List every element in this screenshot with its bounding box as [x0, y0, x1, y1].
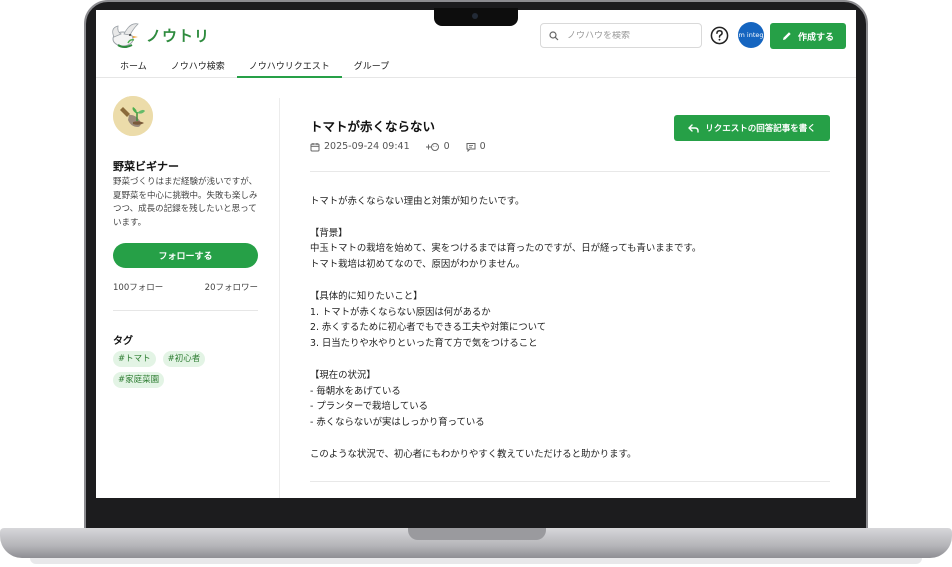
write-answer-button[interactable]: リクエストの回答記事を書く — [674, 115, 830, 141]
tab-knowhow-request[interactable]: ノウハウリクエスト — [236, 60, 342, 78]
body-paragraph: トマトが赤くならない理由と対策が知りたいです。 — [310, 196, 525, 207]
tab-home[interactable]: ホーム — [108, 60, 159, 78]
meta-divider — [310, 171, 830, 172]
profile-avatar[interactable] — [113, 96, 153, 136]
reaction-count: 0 — [443, 141, 450, 152]
reply-arrow-icon — [688, 123, 699, 133]
column-divider — [279, 98, 280, 498]
camera-icon — [472, 13, 478, 19]
request-article: トマトが赤くならない 2025-09-24 09:41 0 0 リクエストの回答… — [310, 78, 830, 498]
comment-icon[interactable] — [466, 142, 476, 152]
calendar-icon — [310, 142, 320, 151]
app-logo[interactable]: ノウトリ — [108, 20, 210, 50]
profile-bio: 野菜づくりはまだ経験が浅いですが、夏野菜を中心に挑戦中。失敗も楽しみつつ、成長の… — [113, 177, 258, 228]
body-divider — [310, 481, 830, 482]
laptop-shadow — [30, 558, 922, 564]
tag-chip[interactable]: #初心者 — [162, 351, 206, 367]
main-nav: ホーム ノウハウ検索 ノウハウリクエスト グループ — [108, 60, 401, 78]
create-button-label: 作成する — [797, 31, 834, 42]
reaction-icon[interactable] — [425, 142, 440, 152]
help-icon[interactable] — [710, 26, 729, 45]
user-avatar[interactable]: m integ — [738, 22, 764, 48]
laptop-base-notch — [408, 528, 546, 540]
tag-chip[interactable]: #家庭菜園 — [113, 372, 165, 388]
bird-logo-icon — [112, 23, 139, 48]
body-paragraph: 【具体的に知りたいこと】 1. トマトが赤くならない原因は何があるか 2. 赤く… — [310, 290, 547, 350]
body-paragraph: このような状況で、初心者にもわかりやすく教えていただけると助かります。 — [310, 448, 637, 460]
tab-knowhow-search[interactable]: ノウハウ検索 — [159, 60, 237, 78]
following-count[interactable]: 100フォロー — [113, 281, 163, 293]
tags-heading: タグ — [113, 336, 133, 347]
profile-sidebar: 野菜ビギナー 野菜づくりはまだ経験が浅いですが、夏野菜を中心に挑戦中。失敗も楽し… — [112, 78, 282, 498]
app-name: ノウトリ — [146, 26, 211, 45]
follow-counts: 100フォロー 20フォロワー — [113, 281, 258, 293]
create-button[interactable]: 作成する — [770, 23, 846, 49]
search-input[interactable] — [567, 30, 697, 41]
follow-button[interactable]: フォローする — [113, 243, 258, 268]
pencil-icon — [782, 32, 791, 40]
trowel-sprout-icon — [113, 96, 153, 136]
post-date: 2025-09-24 09:41 — [324, 141, 410, 152]
write-answer-label: リクエストの回答記事を書く — [705, 123, 816, 133]
body-paragraph: 【現在の状況】 - 毎朝水をあげている - プランターで栽培している - 赤くな… — [310, 369, 485, 429]
tag-list: #トマト #初心者 #家庭菜園 — [113, 351, 263, 388]
sidebar-divider — [113, 310, 258, 311]
screen-bezel — [96, 498, 856, 528]
follower-count[interactable]: 20フォロワー — [205, 281, 258, 293]
screen: ノウトリ m integ 作成する ホーム ノウハウ検索 ノウハウリクエスト — [96, 10, 856, 498]
tab-group[interactable]: グループ — [342, 60, 401, 78]
post-body: トマトが赤くならない理由と対策が知りたいです。 【背景】 中玉トマトの栽培を始め… — [310, 194, 830, 463]
comment-count: 0 — [479, 141, 486, 152]
post-title: トマトが赤くならない — [310, 119, 436, 134]
body-paragraph: 【背景】 中玉トマトの栽培を始めて、実をつけるまでは育ったのですが、日が経っても… — [310, 227, 702, 271]
profile-name: 野菜ビギナー — [113, 160, 179, 173]
search-box[interactable] — [540, 23, 702, 48]
tag-chip[interactable]: #トマト — [113, 351, 156, 367]
post-meta: 2025-09-24 09:41 0 0 — [310, 141, 486, 152]
search-icon — [549, 30, 559, 40]
